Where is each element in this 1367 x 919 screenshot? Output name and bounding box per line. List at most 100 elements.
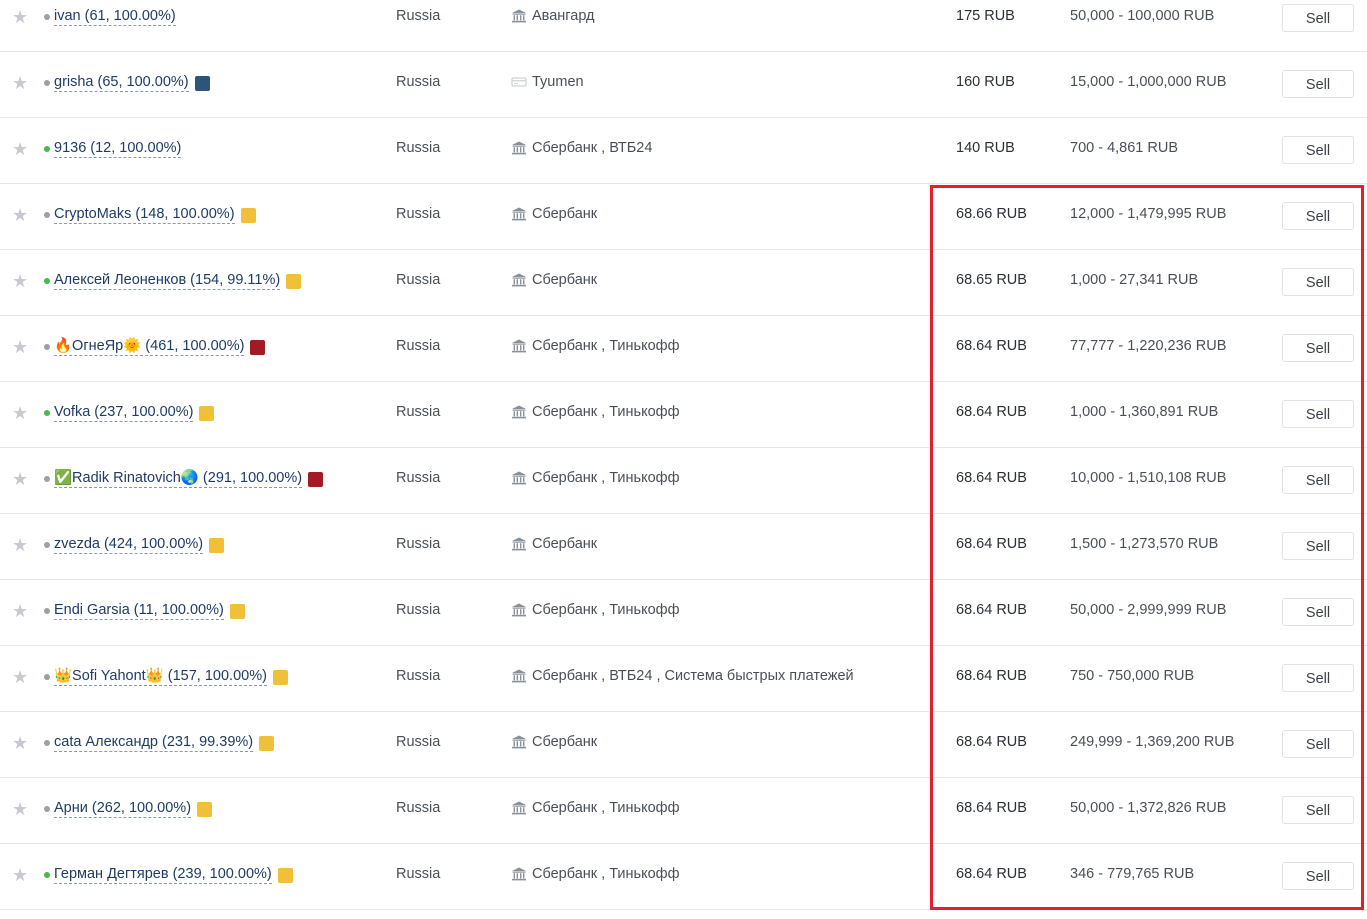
trader-link[interactable]: 9136 (12, 100.00%) <box>54 140 182 158</box>
sell-button[interactable]: Sell <box>1282 730 1354 758</box>
trader-cell: Vofka (237, 100.00%) <box>44 404 215 422</box>
price-cell: 68.64 RUB <box>956 866 1027 882</box>
price-cell: 68.65 RUB <box>956 272 1027 288</box>
sell-button[interactable]: Sell <box>1282 202 1354 230</box>
star-icon[interactable]: ★ <box>12 404 30 422</box>
location-cell: Russia <box>396 338 441 354</box>
payment-cell: Сбербанк , Тинькофф <box>511 470 680 486</box>
sell-button[interactable]: Sell <box>1282 598 1354 626</box>
bank-icon <box>511 866 527 882</box>
payment-cell: Сбербанк <box>511 272 597 288</box>
trader-badge <box>272 669 288 685</box>
sell-button[interactable]: Sell <box>1282 334 1354 362</box>
star-icon[interactable]: ★ <box>12 866 30 884</box>
star-icon[interactable]: ★ <box>12 338 30 356</box>
sell-button[interactable]: Sell <box>1282 136 1354 164</box>
card-icon <box>511 74 527 90</box>
payment-cell: Сбербанк , Тинькофф <box>511 800 680 816</box>
table-row: ★ zvezda (424, 100.00%) Russia Сбербанк … <box>0 514 1367 580</box>
payment-methods: Сбербанк <box>532 734 598 750</box>
payment-methods: Сбербанк , Тинькофф <box>532 338 680 354</box>
table-row: ★ Endi Garsia (11, 100.00%) Russia Сберб… <box>0 580 1367 646</box>
payment-cell: Сбербанк , Тинькофф <box>511 404 680 420</box>
bank-icon <box>511 668 527 684</box>
trader-link[interactable]: ivan (61, 100.00%) <box>54 8 176 26</box>
trader-link[interactable]: Vofka (237, 100.00%) <box>54 404 194 422</box>
trader-cell: CryptoMaks (148, 100.00%) <box>44 206 256 224</box>
trader-link[interactable]: Endi Garsia (11, 100.00%) <box>54 602 224 620</box>
payment-cell: Сбербанк , Тинькофф <box>511 866 680 882</box>
table-row: ★ ivan (61, 100.00%) Russia Авангард 175… <box>0 0 1367 52</box>
payment-cell: Авангард <box>511 8 595 24</box>
star-icon[interactable]: ★ <box>12 734 30 752</box>
sell-button[interactable]: Sell <box>1282 664 1354 692</box>
star-icon[interactable]: ★ <box>12 74 30 92</box>
bank-icon <box>511 8 527 24</box>
trader-badge <box>277 867 293 883</box>
sell-button[interactable]: Sell <box>1282 70 1354 98</box>
limits-cell: 50,000 - 1,372,826 RUB <box>1070 800 1227 816</box>
location-cell: Russia <box>396 536 441 552</box>
trader-link[interactable]: 👑Sofi Yahont👑 (157, 100.00%) <box>54 668 267 686</box>
price-cell: 175 RUB <box>956 8 1015 24</box>
star-icon[interactable]: ★ <box>12 800 30 818</box>
location-cell: Russia <box>396 470 441 486</box>
table-row: ★ Алексей Леоненков (154, 99.11%) Russia… <box>0 250 1367 316</box>
price-cell: 68.64 RUB <box>956 470 1027 486</box>
trader-link[interactable]: Алексей Леоненков (154, 99.11%) <box>54 272 281 290</box>
sell-button[interactable]: Sell <box>1282 268 1354 296</box>
status-dot <box>44 542 50 548</box>
payment-cell: Сбербанк , Тинькофф <box>511 338 680 354</box>
star-icon[interactable]: ★ <box>12 272 30 290</box>
trader-cell: zvezda (424, 100.00%) <box>44 536 225 554</box>
star-icon[interactable]: ★ <box>12 206 30 224</box>
sell-button[interactable]: Sell <box>1282 862 1354 890</box>
star-icon[interactable]: ★ <box>12 536 30 554</box>
location-cell: Russia <box>396 8 441 24</box>
payment-methods: Сбербанк <box>532 272 598 288</box>
star-icon[interactable]: ★ <box>12 140 30 158</box>
trader-cell: 👑Sofi Yahont👑 (157, 100.00%) <box>44 668 288 686</box>
trader-cell: Герман Дегтярев (239, 100.00%) <box>44 866 293 884</box>
table-row: ★ 🔥ОгнеЯр🌞 (461, 100.00%) Russia Сбербан… <box>0 316 1367 382</box>
trader-link[interactable]: CryptoMaks (148, 100.00%) <box>54 206 235 224</box>
payment-cell: Сбербанк , ВТБ24 , Система быстрых плате… <box>511 668 854 684</box>
limits-cell: 1,500 - 1,273,570 RUB <box>1070 536 1219 552</box>
sell-button[interactable]: Sell <box>1282 400 1354 428</box>
status-dot <box>44 278 50 284</box>
sell-button[interactable]: Sell <box>1282 796 1354 824</box>
limits-cell: 50,000 - 2,999,999 RUB <box>1070 602 1227 618</box>
payment-cell: Сбербанк <box>511 206 597 222</box>
sell-button[interactable]: Sell <box>1282 532 1354 560</box>
trader-link[interactable]: 🔥ОгнеЯр🌞 (461, 100.00%) <box>54 338 245 356</box>
sell-button[interactable]: Sell <box>1282 4 1354 32</box>
payment-cell: Сбербанк <box>511 536 597 552</box>
star-icon[interactable]: ★ <box>12 602 30 620</box>
table-row: ★ grisha (65, 100.00%) Russia Tyumen 160… <box>0 52 1367 118</box>
payment-methods: Сбербанк , Тинькофф <box>532 602 680 618</box>
trader-link[interactable]: ✅Radik Rinatovich🌏 (291, 100.00%) <box>54 470 303 488</box>
status-dot <box>44 476 50 482</box>
trader-cell: grisha (65, 100.00%) <box>44 74 210 92</box>
price-cell: 68.64 RUB <box>956 602 1027 618</box>
trader-link[interactable]: cata Александр (231, 99.39%) <box>54 734 254 752</box>
limits-cell: 700 - 4,861 RUB <box>1070 140 1179 156</box>
limits-cell: 15,000 - 1,000,000 RUB <box>1070 74 1227 90</box>
trader-link[interactable]: zvezda (424, 100.00%) <box>54 536 204 554</box>
limits-cell: 750 - 750,000 RUB <box>1070 668 1195 684</box>
trader-cell: 🔥ОгнеЯр🌞 (461, 100.00%) <box>44 338 266 356</box>
table-row: ★ Герман Дегтярев (239, 100.00%) Russia … <box>0 844 1367 910</box>
trader-link[interactable]: Герман Дегтярев (239, 100.00%) <box>54 866 272 884</box>
payment-cell: Сбербанк , Тинькофф <box>511 602 680 618</box>
star-icon[interactable]: ★ <box>12 470 30 488</box>
star-icon[interactable]: ★ <box>12 668 30 686</box>
star-icon[interactable]: ★ <box>12 8 30 26</box>
trader-link[interactable]: grisha (65, 100.00%) <box>54 74 189 92</box>
sell-button[interactable]: Sell <box>1282 466 1354 494</box>
payment-cell: Сбербанк , ВТБ24 <box>511 140 652 156</box>
location-cell: Russia <box>396 272 441 288</box>
trader-badge <box>199 405 215 421</box>
limits-cell: 1,000 - 1,360,891 RUB <box>1070 404 1219 420</box>
bank-icon <box>511 272 527 288</box>
trader-link[interactable]: Арни (262, 100.00%) <box>54 800 192 818</box>
